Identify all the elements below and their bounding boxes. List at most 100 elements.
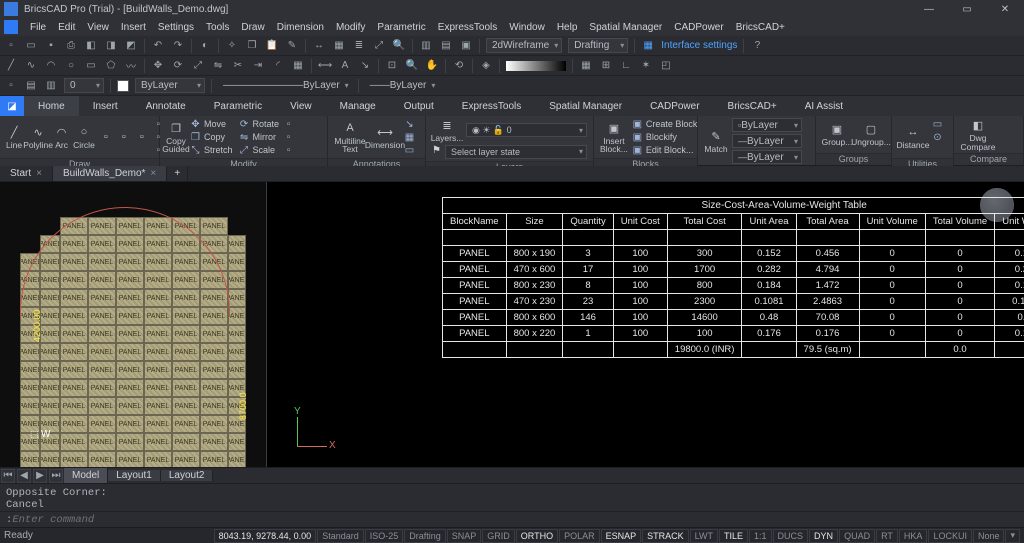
insert-block-button[interactable]: ▣Insert Block... <box>600 121 628 154</box>
print-icon[interactable]: ⎙ <box>64 39 78 53</box>
close-tab-icon[interactable]: × <box>150 168 156 179</box>
dimension-button[interactable]: ⟷Dimension <box>370 125 400 150</box>
move-button[interactable]: ✥Move <box>190 118 233 130</box>
layers-button[interactable]: ≣Layers... <box>432 118 462 143</box>
add-doc-tab[interactable]: + <box>167 166 188 181</box>
undo-icon[interactable]: ↶ <box>151 39 165 53</box>
interface-settings[interactable]: Interface settings <box>661 40 737 51</box>
circle-button[interactable]: ○Circle <box>73 125 95 150</box>
move2-button[interactable]: ▫ <box>283 118 294 130</box>
status-arrow-icon[interactable]: ▾ <box>1005 529 1020 543</box>
layout-tab-layout2[interactable]: Layout2 <box>161 470 214 481</box>
leader-button[interactable]: ↘ <box>404 118 415 130</box>
match-button[interactable]: ✎Match <box>704 129 728 154</box>
fillet-tool-icon[interactable]: ◜ <box>271 59 285 73</box>
region-icon[interactable]: ▥ <box>419 39 433 53</box>
polyline-button[interactable]: ∿Polyline <box>26 125 50 150</box>
text-tool-icon[interactable]: A <box>338 59 352 73</box>
layout-tab-layout1[interactable]: Layout1 <box>108 470 161 481</box>
ribbon-tab-expresstools[interactable]: ExpressTools <box>448 96 535 116</box>
grid-icon[interactable]: ▦ <box>579 59 593 73</box>
status-toggle-lwt[interactable]: LWT <box>690 529 718 543</box>
menu-draw[interactable]: Draw <box>235 22 270 33</box>
lineweight-swatch[interactable] <box>506 61 566 71</box>
select-icon[interactable]: ▦ <box>332 39 346 53</box>
status-toggle-ortho[interactable]: ORTHO <box>516 529 558 543</box>
status-toggle-hka[interactable]: HKA <box>899 529 928 543</box>
menu-bricscad-[interactable]: BricsCAD+ <box>730 22 791 33</box>
help-icon[interactable]: ? <box>750 39 764 53</box>
lineweight-combo[interactable]: —— ByLayer <box>365 78 439 93</box>
ungroup-button[interactable]: ▢Ungroup... <box>856 122 886 147</box>
menu-tools[interactable]: Tools <box>200 22 235 33</box>
copy-button[interactable]: ❐Copy <box>190 131 233 143</box>
ribbon-tab-spatial-manager[interactable]: Spatial Manager <box>535 96 636 116</box>
polar-icon[interactable]: ✶ <box>639 59 653 73</box>
ribbon-tab-parametric[interactable]: Parametric <box>200 96 276 116</box>
menu-edit[interactable]: Edit <box>52 22 81 33</box>
settings-link-icon[interactable]: ▦ <box>641 39 655 53</box>
spline-tool-icon[interactable]: 〰 <box>124 59 138 73</box>
paste-icon[interactable]: 📋 <box>265 39 279 53</box>
ray-button[interactable]: ▫ <box>117 130 131 145</box>
color-swatch[interactable] <box>117 80 129 92</box>
stretch-button[interactable]: ⤡Stretch <box>190 144 233 156</box>
pan-tool-icon[interactable]: ✋ <box>425 59 439 73</box>
ribbon-tab-view[interactable]: View <box>276 96 326 116</box>
mirror-tool-icon[interactable]: ⇋ <box>211 59 225 73</box>
viewport-2d[interactable]: PANELPANELPANELPANELPANELPANELPANELPANEL… <box>0 182 267 467</box>
maximize-button[interactable]: ▭ <box>948 0 986 18</box>
status-toggle-rt[interactable]: RT <box>876 529 898 543</box>
status-toggle-none[interactable]: None <box>973 529 1005 543</box>
arc-tool-icon[interactable]: ◠ <box>44 59 58 73</box>
close-tab-icon[interactable]: × <box>36 168 42 179</box>
drawing-explorer-icon[interactable]: ▤ <box>24 79 38 93</box>
app-menu-icon[interactable] <box>4 20 18 34</box>
ribbon-tab-bricscad-[interactable]: BricsCAD+ <box>714 96 791 116</box>
workspace-combo[interactable]: Drafting <box>568 38 628 53</box>
status-toggle-polar[interactable]: POLAR <box>559 529 600 543</box>
trim-tool-icon[interactable]: ✂ <box>231 59 245 73</box>
zoom-win-icon[interactable]: 🔍 <box>405 59 419 73</box>
new-icon[interactable]: ▫ <box>4 39 18 53</box>
blockify-button[interactable]: ▣Blockify <box>632 131 698 143</box>
redo-icon[interactable]: ↷ <box>171 39 185 53</box>
id-button[interactable]: ⊙ <box>932 131 943 143</box>
layer-combo[interactable]: ◉ ☀ 🔓 0 <box>466 123 587 137</box>
scale-tool-icon[interactable]: ⤢ <box>191 59 205 73</box>
rotate-tool-icon[interactable]: ⟳ <box>171 59 185 73</box>
dim-tool-icon[interactable]: ⟷ <box>318 59 332 73</box>
layer-state-icon[interactable]: ⚑ <box>432 145 441 159</box>
color-combo[interactable]: ByLayer <box>135 78 205 93</box>
status-coords[interactable]: 8043.19, 9278.44, 0.00 <box>214 529 317 543</box>
measure-icon[interactable]: ↔ <box>312 39 326 53</box>
app-home-icon[interactable]: ◪ <box>0 96 24 116</box>
area-button[interactable]: ▭ <box>932 118 943 130</box>
match-icon[interactable]: ✎ <box>285 39 299 53</box>
scale-button[interactable]: ⤢Scale <box>239 144 280 156</box>
layout-tab-model[interactable]: Model <box>64 468 108 483</box>
status-toggle-snap[interactable]: SNAP <box>447 529 482 543</box>
array-tool-icon[interactable]: ▦ <box>291 59 305 73</box>
leader-tool-icon[interactable]: ↘ <box>358 59 372 73</box>
layout-first-icon[interactable]: ⏮ <box>1 469 15 483</box>
status-toggle-ducs[interactable]: DUCS <box>773 529 809 543</box>
save-icon[interactable]: ▪ <box>44 39 58 53</box>
dwg-compare-button[interactable]: ◧Dwg Compare <box>960 118 996 151</box>
layer-icon[interactable]: ≣ <box>352 39 366 53</box>
status-iso[interactable]: ISO-25 <box>365 529 404 543</box>
status-toggle-strack[interactable]: STRACK <box>642 529 689 543</box>
menu-modify[interactable]: Modify <box>330 22 371 33</box>
hatch-icon[interactable]: ▤ <box>439 39 453 53</box>
menu-insert[interactable]: Insert <box>115 22 152 33</box>
xline-button[interactable]: ▫ <box>135 130 149 145</box>
menu-help[interactable]: Help <box>551 22 584 33</box>
linetype-combo[interactable]: ———————— ByLayer <box>218 78 352 93</box>
ribbon-tab-annotate[interactable]: Annotate <box>132 96 200 116</box>
status-toggle-grid[interactable]: GRID <box>482 529 515 543</box>
create-block-button[interactable]: ▣Create Block <box>632 118 698 130</box>
ribbon-tab-cadpower[interactable]: CADPower <box>636 96 713 116</box>
line-button[interactable]: ╱Line <box>6 125 22 150</box>
status-toggle-lockui[interactable]: LOCKUI <box>928 529 972 543</box>
field-button[interactable]: ▭ <box>404 144 415 156</box>
